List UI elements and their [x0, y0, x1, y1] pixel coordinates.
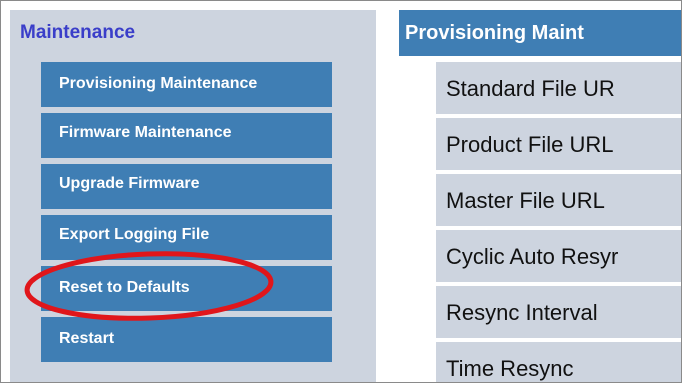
sidebar-menu: Provisioning Maintenance Firmware Mainte… [41, 62, 332, 368]
page-title: Provisioning Maint [399, 10, 681, 56]
sidebar-item-upgrade-firmware[interactable]: Upgrade Firmware [41, 164, 332, 209]
sidebar-item-provisioning-maintenance[interactable]: Provisioning Maintenance [41, 62, 332, 107]
setting-label-standard-file-url: Standard File UR [436, 62, 681, 114]
setting-label-time-resync: Time Resync [436, 342, 681, 382]
setting-label-product-file-url: Product File URL [436, 118, 681, 170]
sidebar-item-export-logging-file[interactable]: Export Logging File [41, 215, 332, 260]
sidebar-item-restart[interactable]: Restart [41, 317, 332, 362]
sidebar-item-reset-to-defaults[interactable]: Reset to Defaults [41, 266, 332, 311]
sidebar-title: Maintenance [20, 22, 136, 43]
settings-list: Standard File UR Product File URL Master… [436, 62, 681, 382]
setting-label-master-file-url: Master File URL [436, 174, 681, 226]
sidebar: Maintenance Provisioning Maintenance Fir… [10, 10, 376, 382]
setting-label-cyclic-auto-resync: Cyclic Auto Resyr [436, 230, 681, 282]
sidebar-item-firmware-maintenance[interactable]: Firmware Maintenance [41, 113, 332, 158]
main-panel: Provisioning Maint Standard File UR Prod… [399, 10, 681, 382]
setting-label-resync-interval: Resync Interval [436, 286, 681, 338]
screenshot-frame: Maintenance Provisioning Maintenance Fir… [0, 0, 682, 383]
